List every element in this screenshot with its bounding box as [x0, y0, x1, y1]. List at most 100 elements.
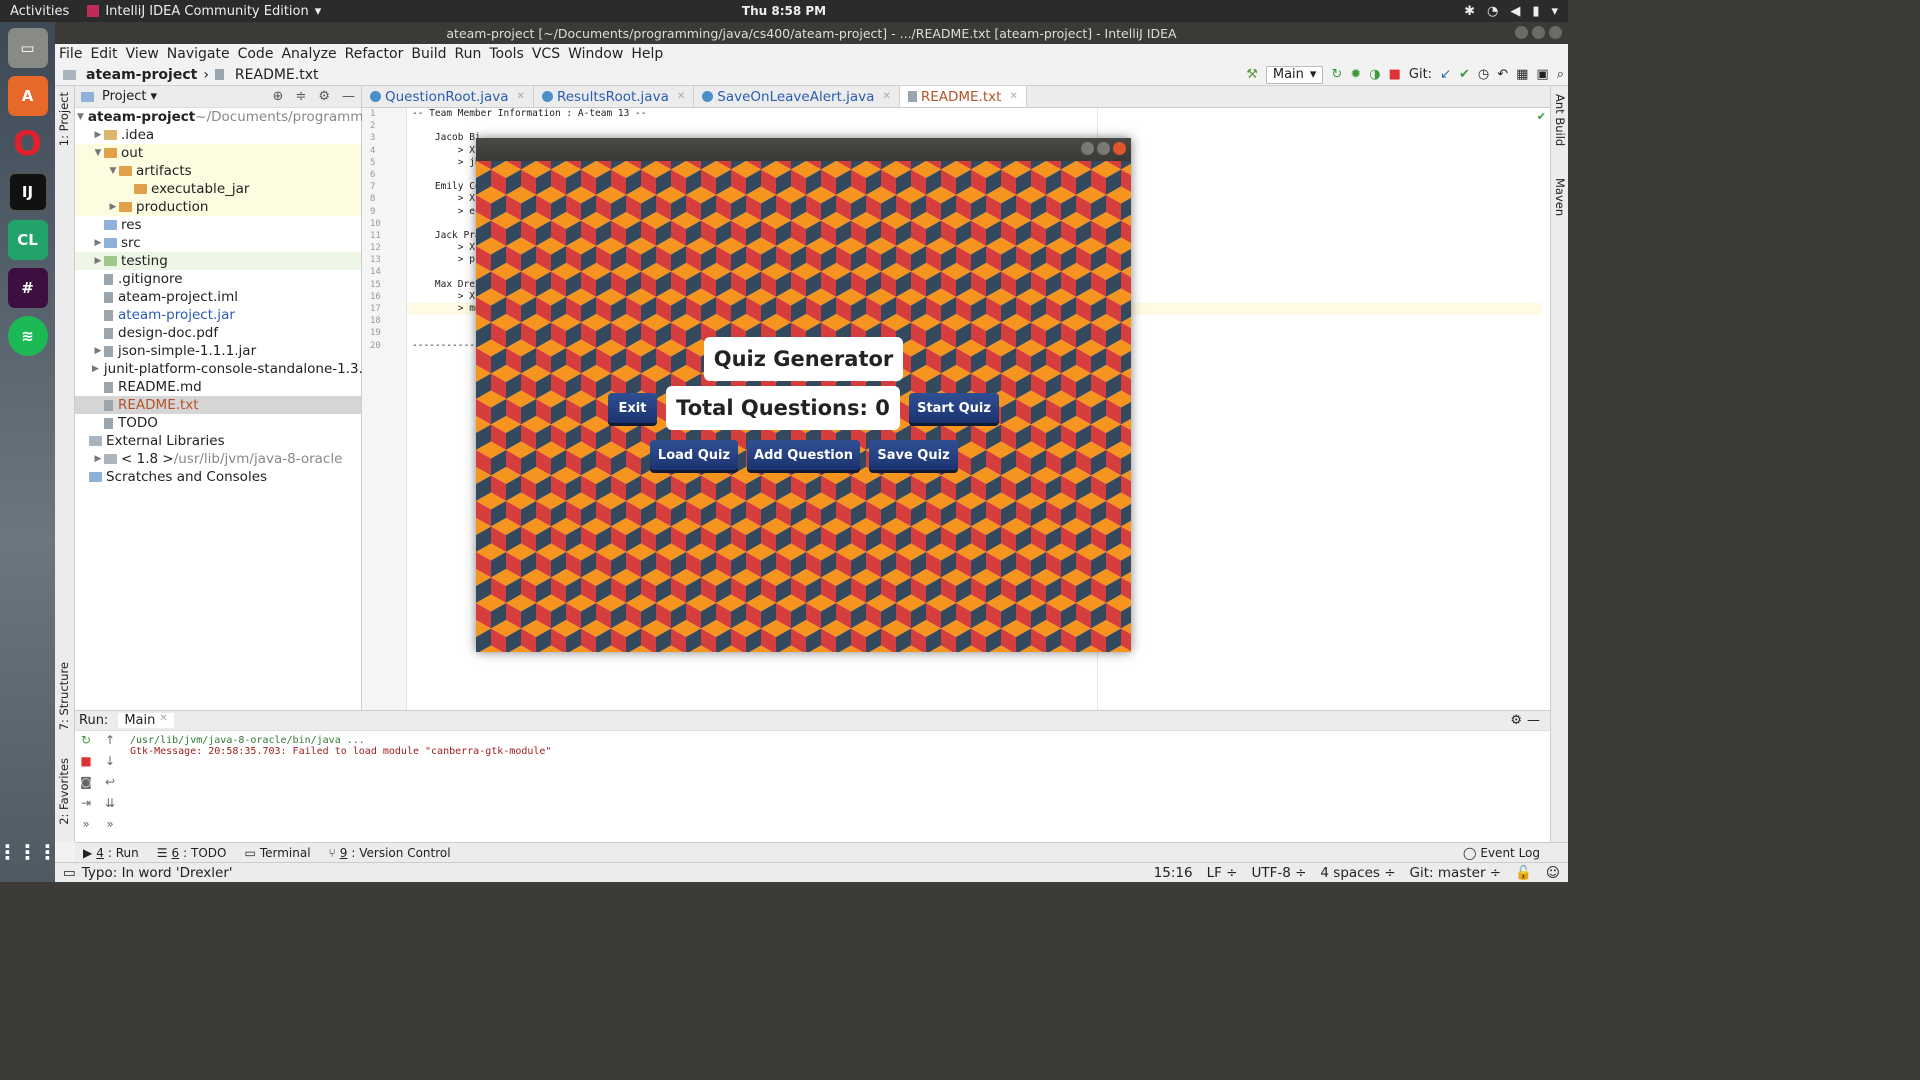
tree-item[interactable]: Scratches and Consoles: [75, 468, 361, 486]
tree-item[interactable]: ▼ ateam-project ~/Documents/programmin: [75, 108, 376, 126]
tool-window-run[interactable]: ▶ 4: Run: [83, 846, 139, 860]
load-quiz-button[interactable]: Load Quiz: [650, 440, 738, 470]
hide-icon[interactable]: —: [342, 89, 355, 104]
rerun-icon[interactable]: ↻: [81, 733, 91, 747]
tool-window-version-control[interactable]: ⑂ 9: Version Control: [329, 846, 451, 860]
exit-icon[interactable]: ⇥: [81, 796, 91, 810]
tab-ant-build[interactable]: Ant Build: [1553, 94, 1567, 146]
menu-view[interactable]: View: [122, 46, 163, 62]
menu-analyze[interactable]: Analyze: [277, 46, 340, 62]
gear-icon[interactable]: ⚙: [318, 89, 330, 104]
files-icon[interactable]: ▭: [7, 28, 48, 68]
start-quiz-button[interactable]: Start Quiz: [909, 393, 999, 423]
collapsed-arrow-icon[interactable]: ▶: [92, 256, 104, 266]
close-icon[interactable]: ✕: [517, 91, 525, 102]
tree-item[interactable]: .gitignore: [75, 270, 361, 288]
close-icon[interactable]: [1113, 142, 1126, 155]
tree-item[interactable]: README.md: [75, 378, 361, 396]
tab-structure[interactable]: 7: Structure: [57, 662, 71, 730]
tree-item[interactable]: ▶ production: [75, 198, 361, 216]
chevron-down-icon[interactable]: ▾: [1551, 4, 1558, 19]
expanded-arrow-icon[interactable]: ▼: [92, 148, 104, 158]
arrow-down-icon[interactable]: ↓: [105, 754, 115, 768]
tool-window-todo[interactable]: ☰ 6: TODO: [157, 846, 227, 860]
maximize-icon[interactable]: [1532, 26, 1545, 39]
menu-build[interactable]: Build: [407, 46, 450, 62]
build-hammer-icon[interactable]: ⚒: [1246, 67, 1258, 82]
lock-icon[interactable]: 🔓: [1515, 865, 1532, 881]
git-history-icon[interactable]: ◷: [1478, 67, 1489, 82]
git-update-icon[interactable]: ↙: [1440, 67, 1451, 82]
tree-item[interactable]: design-doc.pdf: [75, 324, 361, 342]
software-center-icon[interactable]: A: [7, 76, 48, 116]
cursor-position[interactable]: 15:16: [1154, 865, 1193, 881]
tree-item[interactable]: TODO: [75, 414, 361, 432]
more-icon[interactable]: »: [106, 817, 113, 831]
rerun-icon[interactable]: ↻: [1331, 67, 1342, 82]
tree-item[interactable]: ▶ < 1.8 > /usr/lib/jvm/java-8-oracle: [75, 450, 361, 468]
tree-item[interactable]: ▼ out: [75, 144, 361, 162]
gear-icon[interactable]: ⚙: [1510, 713, 1522, 728]
tab-project[interactable]: 1: Project: [57, 92, 71, 146]
layout-icon[interactable]: ▣: [1536, 67, 1548, 82]
collapse-icon[interactable]: ≑: [295, 89, 306, 104]
clock[interactable]: Thu 8:58 PM: [742, 4, 826, 18]
collapsed-arrow-icon[interactable]: ▶: [92, 364, 99, 374]
menu-window[interactable]: Window: [564, 46, 627, 62]
line-separator[interactable]: LF ÷: [1207, 865, 1238, 881]
arrow-up-icon[interactable]: ↑: [105, 733, 115, 747]
collapsed-arrow-icon[interactable]: ▶: [92, 238, 104, 248]
save-quiz-button[interactable]: Save Quiz: [869, 440, 958, 470]
volume-icon[interactable]: ◀: [1510, 4, 1520, 19]
menu-code[interactable]: Code: [234, 46, 278, 62]
menu-edit[interactable]: Edit: [86, 46, 121, 62]
git-commit-icon[interactable]: ✔: [1459, 67, 1470, 82]
run-config-select[interactable]: Main ▾: [1265, 65, 1324, 84]
tree-item[interactable]: res: [75, 216, 361, 234]
debug-icon[interactable]: ✹: [1350, 67, 1361, 82]
activities-button[interactable]: Activities: [10, 4, 69, 19]
app-menu[interactable]: IntelliJ IDEA Community Edition ▾: [87, 4, 321, 19]
menu-refactor[interactable]: Refactor: [341, 46, 408, 62]
opera-icon[interactable]: O: [8, 124, 48, 164]
status-icon[interactable]: ▭: [63, 865, 76, 881]
editor-tab[interactable]: README.txt ✕: [899, 86, 1027, 107]
editor-tab[interactable]: QuestionRoot.java ✕: [362, 86, 534, 107]
event-log[interactable]: ◯ Event Log: [1463, 846, 1540, 860]
battery-icon[interactable]: ▮: [1532, 4, 1539, 19]
tree-item[interactable]: ▶ .idea: [75, 126, 361, 144]
project-structure-icon[interactable]: ▦: [1516, 67, 1528, 82]
minimize-icon[interactable]: [1515, 26, 1528, 39]
close-icon[interactable]: ✕: [1009, 91, 1017, 102]
project-view-select[interactable]: Project: [102, 89, 146, 104]
git-revert-icon[interactable]: ↶: [1497, 67, 1508, 82]
scroll-to-end-icon[interactable]: ⇊: [105, 796, 115, 810]
clion-icon[interactable]: CL: [7, 220, 48, 260]
inspector-icon[interactable]: ☺: [1546, 865, 1560, 881]
stop-icon[interactable]: ■: [1389, 67, 1401, 82]
editor-tab[interactable]: SaveOnLeaveAlert.java ✕: [694, 86, 900, 107]
tree-item[interactable]: ateam-project.jar: [75, 306, 361, 324]
indent[interactable]: 4 spaces ÷: [1320, 865, 1395, 881]
close-icon[interactable]: ✕: [882, 91, 890, 102]
add-question-button[interactable]: Add Question: [747, 440, 860, 470]
stop-icon[interactable]: ■: [80, 754, 91, 768]
tree-item[interactable]: External Libraries: [75, 432, 361, 450]
breadcrumb-project[interactable]: ateam-project: [86, 67, 197, 83]
tool-window-terminal[interactable]: ▭ Terminal: [244, 846, 310, 860]
collapsed-arrow-icon[interactable]: ▶: [92, 454, 104, 464]
breadcrumb-file[interactable]: README.txt: [235, 67, 319, 83]
wifi-icon[interactable]: ◔: [1487, 4, 1498, 19]
slack-icon[interactable]: #: [7, 268, 48, 308]
close-icon[interactable]: [1549, 26, 1562, 39]
editor-tab[interactable]: ResultsRoot.java ✕: [534, 86, 695, 107]
spotify-icon[interactable]: ≋: [7, 316, 48, 356]
locate-icon[interactable]: ⊕: [273, 89, 284, 104]
system-tray[interactable]: ✱ ◔ ◀ ▮ ▾: [1464, 4, 1558, 19]
menu-tools[interactable]: Tools: [485, 46, 528, 62]
tree-item[interactable]: executable_jar: [75, 180, 361, 198]
show-apps-icon[interactable]: ⋮⋮⋮: [0, 832, 58, 872]
menu-run[interactable]: Run: [451, 46, 486, 62]
camera-icon[interactable]: ◙: [80, 775, 92, 789]
menu-vcs[interactable]: VCS: [528, 46, 564, 62]
